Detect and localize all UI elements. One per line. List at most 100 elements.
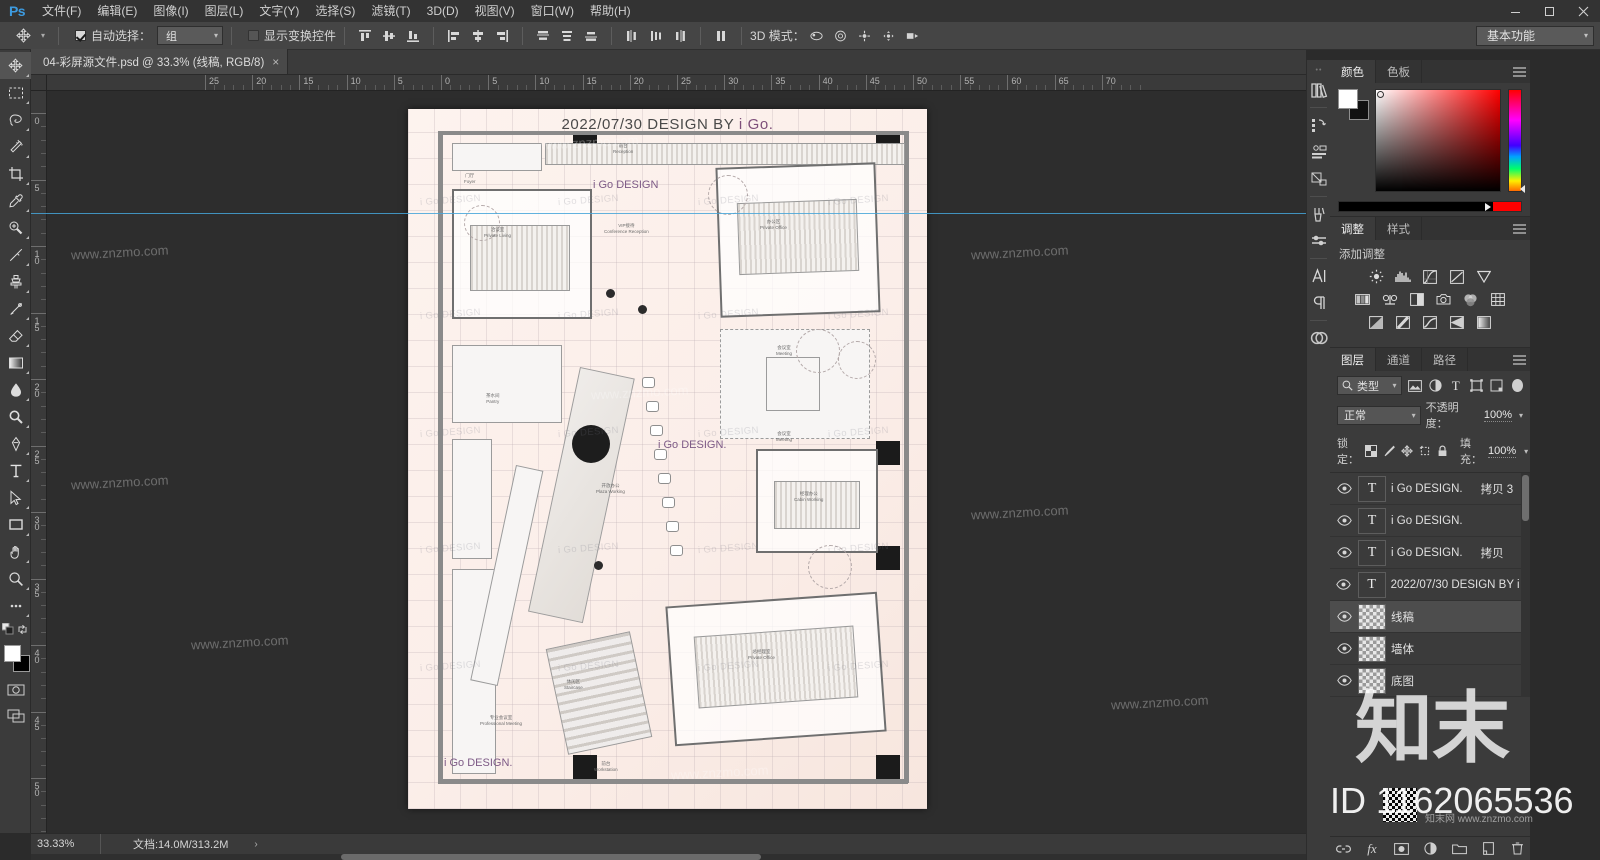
brush-settings-icon[interactable]	[1307, 202, 1331, 226]
chevron-down-icon[interactable]: ▾	[1519, 411, 1523, 420]
gradient-tool[interactable]	[0, 349, 31, 376]
layer-row[interactable]: Ti Go DESIGN. 拷贝 3	[1330, 473, 1530, 505]
spot-healing-brush-tool[interactable]	[0, 214, 31, 241]
canvas-area[interactable]: 25 20 15 10 5 0 5 10 15 20 25 30 35 40 45 50 55 60 65 70 05…	[31, 75, 1306, 833]
horizontal-type-tool[interactable]	[0, 457, 31, 484]
distribute-right-edges-button[interactable]	[668, 25, 692, 47]
lock-artboard-icon[interactable]	[1419, 444, 1431, 459]
close-icon[interactable]: ×	[272, 55, 279, 69]
menu-help[interactable]: 帮助(H)	[582, 0, 639, 22]
tool-preset-caret-icon[interactable]: ▾	[36, 25, 50, 47]
distribute-vertical-centers-button[interactable]	[555, 25, 579, 47]
channel-mixer-icon[interactable]	[1462, 291, 1480, 308]
eyedropper-tool[interactable]	[0, 187, 31, 214]
layer-thumbnail[interactable]	[1358, 635, 1386, 662]
document-canvas[interactable]: 2022/07/30 DESIGN BY i Go. 门厅 Foyer 前台 R…	[408, 109, 927, 809]
gradient-map-icon[interactable]	[1448, 314, 1466, 331]
creative-cloud-icon[interactable]	[1307, 326, 1331, 350]
clone-stamp-tool[interactable]	[0, 268, 31, 295]
layer-style-fx-icon[interactable]: fx	[1364, 840, 1380, 858]
menu-edit[interactable]: 编辑(E)	[89, 0, 145, 22]
roll-3d-icon[interactable]	[829, 25, 853, 47]
layers-scrollbar-thumb[interactable]	[1522, 475, 1529, 521]
black-white-icon[interactable]	[1408, 291, 1426, 308]
color-swatches[interactable]	[0, 643, 31, 677]
align-left-edges-button[interactable]	[442, 25, 466, 47]
link-layers-icon[interactable]	[1335, 840, 1351, 858]
align-right-edges-button[interactable]	[490, 25, 514, 47]
posterize-icon[interactable]	[1394, 314, 1412, 331]
threshold-icon[interactable]	[1421, 314, 1439, 331]
dock-grip[interactable]: ••	[1307, 66, 1331, 75]
filter-type-icon[interactable]: T	[1448, 377, 1462, 395]
filter-shape-icon[interactable]	[1469, 377, 1483, 395]
menu-filter[interactable]: 滤镜(T)	[363, 0, 418, 22]
distribute-left-edges-button[interactable]	[620, 25, 644, 47]
history-icon[interactable]	[1307, 113, 1331, 137]
horizontal-ruler[interactable]: 25 20 15 10 5 0 5 10 15 20 25 30 35 40 45 50 55 60 65 70	[31, 75, 1306, 91]
zoom-tool[interactable]	[0, 565, 31, 592]
layer-thumbnail[interactable]: T	[1357, 571, 1386, 598]
libraries-icon[interactable]	[1307, 78, 1331, 102]
workspace-selector[interactable]: 基本功能 ▾	[1476, 25, 1594, 46]
auto-select-checkbox-group[interactable]: 自动选择：	[75, 27, 151, 44]
screen-mode-icon[interactable]	[0, 703, 31, 729]
history-brush-tool[interactable]	[0, 295, 31, 322]
horizontal-scrollbar-thumb[interactable]	[341, 854, 761, 860]
adjustment-layer-icon[interactable]	[1422, 840, 1438, 858]
menu-type[interactable]: 文字(Y)	[251, 0, 307, 22]
menu-view[interactable]: 视图(V)	[467, 0, 523, 22]
character-icon[interactable]	[1307, 264, 1331, 288]
foreground-color-swatch[interactable]	[4, 645, 21, 662]
horizontal-guide[interactable]	[31, 213, 1306, 214]
layer-row[interactable]: Ti Go DESIGN.	[1330, 505, 1530, 537]
tab-color[interactable]: 颜色	[1330, 60, 1376, 83]
layer-visibility-icon[interactable]	[1332, 569, 1356, 601]
color-lookup-icon[interactable]	[1489, 291, 1507, 308]
layer-visibility-icon[interactable]	[1332, 473, 1356, 505]
distribute-top-edges-button[interactable]	[531, 25, 555, 47]
panel-menu-icon[interactable]	[1508, 60, 1530, 83]
menu-file[interactable]: 文件(F)	[34, 0, 89, 22]
hue-slider[interactable]	[1508, 89, 1525, 193]
layer-row[interactable]: 底图	[1330, 665, 1530, 697]
paragraph-icon[interactable]	[1307, 291, 1331, 315]
align-bottom-edges-button[interactable]	[401, 25, 425, 47]
lock-position-icon[interactable]	[1401, 444, 1413, 459]
filter-pixel-icon[interactable]	[1407, 377, 1422, 395]
color-panel-swatches[interactable]	[1338, 89, 1369, 120]
lock-transparent-pixels-icon[interactable]	[1365, 444, 1377, 459]
color-spectrum-field[interactable]	[1375, 89, 1501, 192]
invert-icon[interactable]	[1367, 314, 1385, 331]
lock-all-icon[interactable]	[1437, 444, 1448, 459]
tab-layers[interactable]: 图层	[1330, 348, 1376, 371]
restore-button[interactable]	[1532, 0, 1566, 22]
layer-mask-icon[interactable]	[1393, 840, 1409, 858]
minimize-button[interactable]	[1498, 0, 1532, 22]
filter-smart-object-icon[interactable]	[1489, 377, 1503, 395]
lasso-tool[interactable]	[0, 106, 31, 133]
rotate-3d-icon[interactable]	[805, 25, 829, 47]
edit-toolbar-tool[interactable]	[0, 592, 31, 619]
move-tool-icon[interactable]	[10, 25, 36, 47]
menu-layer[interactable]: 图层(L)	[197, 0, 252, 22]
properties-icon[interactable]	[1307, 167, 1331, 191]
menu-image[interactable]: 图像(I)	[145, 0, 196, 22]
brush-presets-icon[interactable]	[1307, 229, 1331, 253]
dodge-tool[interactable]	[0, 403, 31, 430]
tab-channels[interactable]: 通道	[1376, 348, 1422, 371]
layer-list[interactable]: Ti Go DESIGN. 拷贝 3Ti Go DESIGN. Ti Go DESI…	[1330, 472, 1530, 697]
vertical-ruler[interactable]: 0 5 10 15 20 25 30 35 40 45 50	[31, 91, 47, 833]
layer-visibility-icon[interactable]	[1332, 665, 1356, 697]
close-button[interactable]	[1566, 0, 1600, 22]
new-layer-icon[interactable]	[1480, 840, 1496, 858]
path-selection-tool[interactable]	[0, 484, 31, 511]
tab-adjustments[interactable]: 调整	[1330, 217, 1376, 240]
pen-tool[interactable]	[0, 430, 31, 457]
menu-3d[interactable]: 3D(D)	[419, 0, 467, 22]
delete-layer-icon[interactable]	[1509, 840, 1525, 858]
document-tab[interactable]: 04-彩屏源文件.psd @ 33.3% (线稿, RGB/8) ×	[31, 49, 289, 74]
align-top-edges-button[interactable]	[353, 25, 377, 47]
ruler-origin-corner[interactable]	[31, 75, 47, 91]
panel-menu-icon[interactable]	[1508, 217, 1530, 240]
